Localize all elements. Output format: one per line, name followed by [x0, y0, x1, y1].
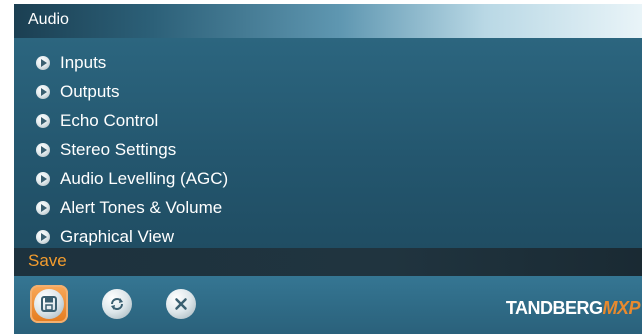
save-button[interactable] — [30, 285, 68, 323]
menu-item-label: Audio Levelling (AGC) — [60, 168, 229, 188]
audio-menu-panel: Audio Inputs Outputs Echo Control Stereo… — [14, 4, 642, 334]
menu-item-graphical-view[interactable]: Graphical View — [36, 222, 228, 251]
cancel-button[interactable] — [162, 285, 200, 323]
menu-item-label: Inputs — [60, 52, 107, 72]
play-bullet-icon — [36, 200, 50, 215]
play-bullet-icon — [36, 229, 50, 244]
menu-item-label: Alert Tones & Volume — [60, 197, 223, 217]
brand-name: TANDBERG — [505, 298, 603, 318]
menu-item-label: Stereo Settings — [60, 139, 177, 159]
play-bullet-icon — [36, 113, 50, 128]
action-toolbar: TANDBERGMXP — [14, 276, 642, 334]
close-icon — [166, 289, 196, 319]
menu-item-audio-levelling[interactable]: Audio Levelling (AGC) — [36, 164, 228, 193]
menu-item-inputs[interactable]: Inputs — [36, 48, 228, 77]
brand-model: MXP — [602, 298, 640, 318]
menu-item-echo-control[interactable]: Echo Control — [36, 106, 228, 135]
audio-menu: Inputs Outputs Echo Control Stereo Setti… — [36, 48, 228, 251]
menu-item-label: Echo Control — [60, 110, 159, 130]
menu-item-stereo-settings[interactable]: Stereo Settings — [36, 135, 228, 164]
menu-item-outputs[interactable]: Outputs — [36, 77, 228, 106]
play-bullet-icon — [36, 171, 50, 186]
play-bullet-icon — [36, 84, 50, 99]
refresh-icon — [102, 289, 132, 319]
status-bar: Save — [14, 248, 642, 276]
menu-item-label: Outputs — [60, 81, 120, 101]
refresh-button[interactable] — [98, 285, 136, 323]
menu-item-label: Graphical View — [60, 226, 175, 246]
selected-action-label: Save — [28, 251, 67, 270]
play-bullet-icon — [36, 55, 50, 70]
title-bar: Audio — [14, 4, 642, 38]
play-bullet-icon — [36, 142, 50, 157]
save-icon — [34, 289, 64, 319]
page-title: Audio — [28, 11, 69, 28]
brand-logo: TANDBERGMXP — [505, 298, 641, 319]
menu-item-alert-tones[interactable]: Alert Tones & Volume — [36, 193, 228, 222]
